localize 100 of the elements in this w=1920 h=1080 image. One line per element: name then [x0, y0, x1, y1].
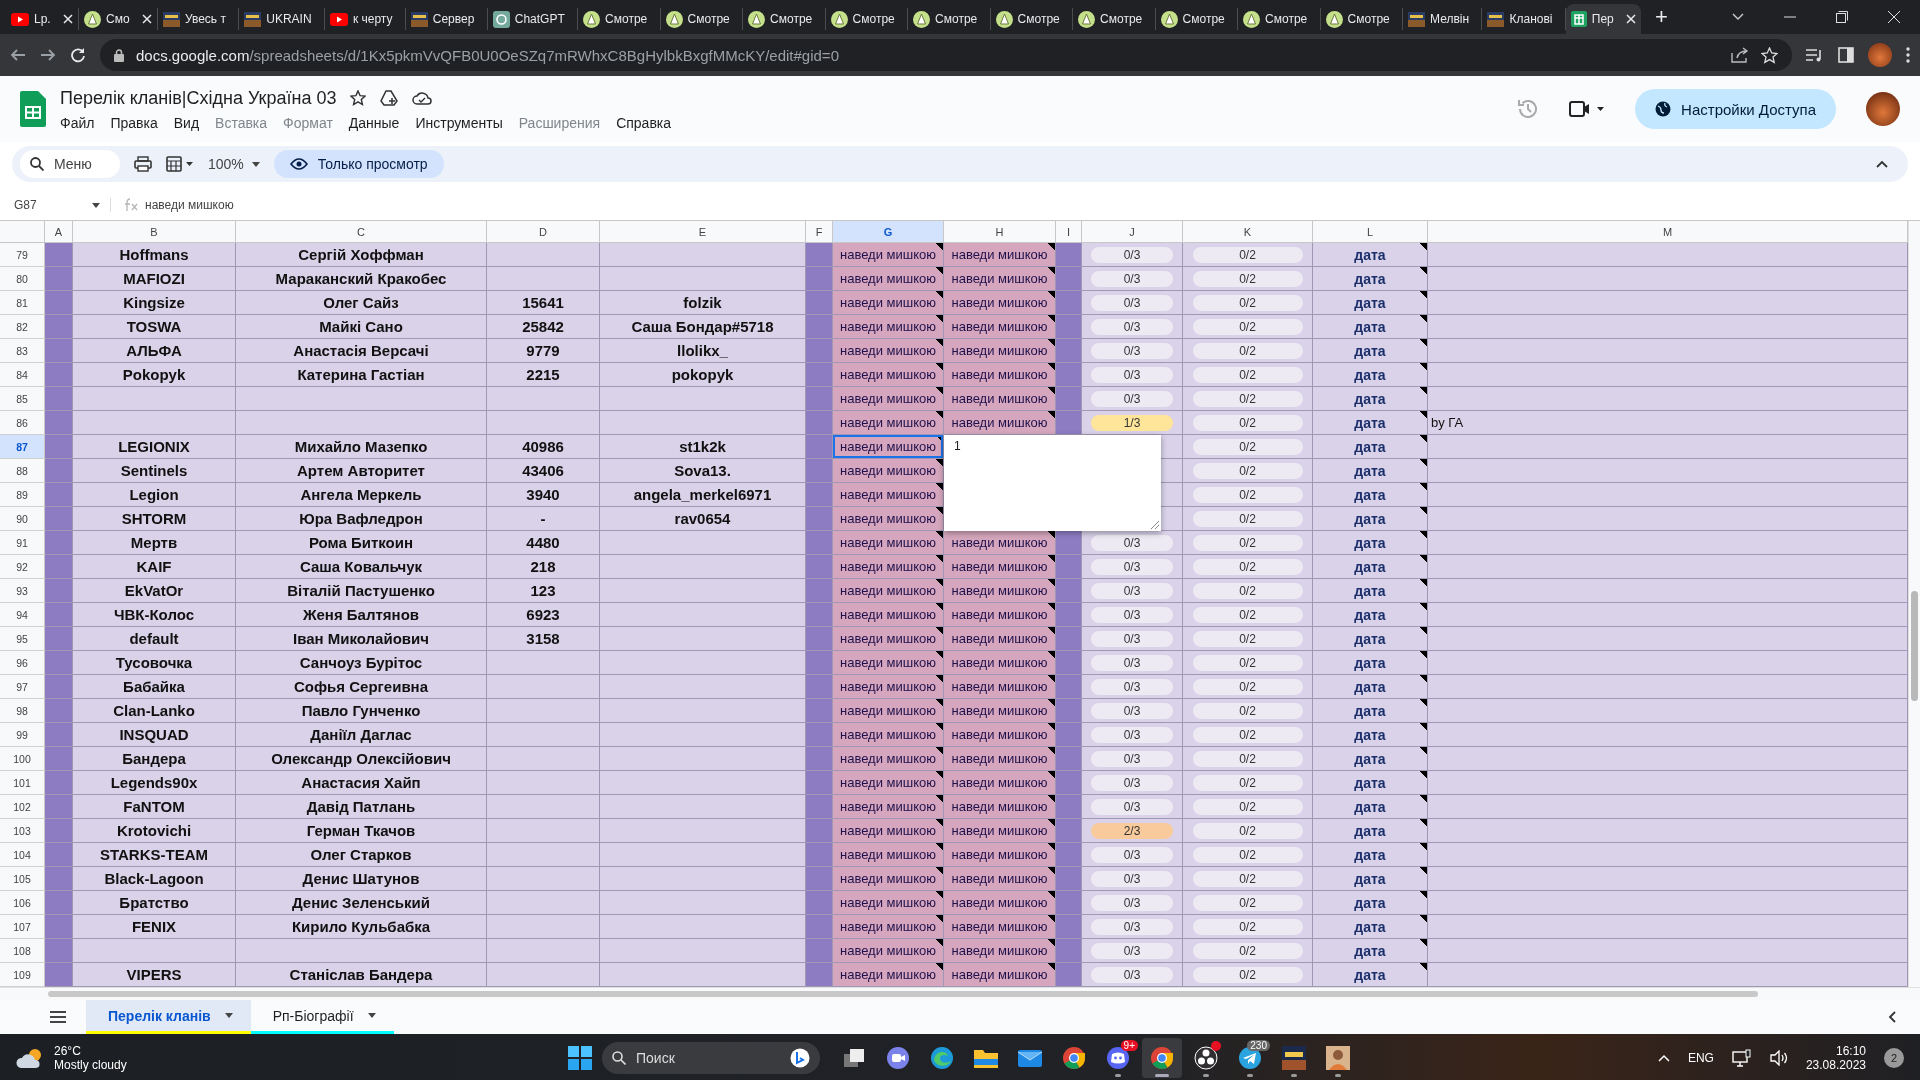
row-number[interactable]: 105	[0, 867, 45, 891]
column-header[interactable]: G	[833, 221, 944, 243]
row-number[interactable]: 106	[0, 891, 45, 915]
status-chip[interactable]: 0/2	[1192, 654, 1303, 671]
row-number[interactable]: 87	[0, 435, 45, 459]
menu-search-field[interactable]: Меню	[20, 150, 120, 178]
status-chip[interactable]: 0/2	[1192, 726, 1303, 743]
browser-tab[interactable]: Смотре	[578, 8, 661, 30]
row-number[interactable]: 84	[0, 363, 45, 387]
row-number[interactable]: 107	[0, 915, 45, 939]
status-chip[interactable]: 0/3	[1091, 558, 1173, 575]
status-chip[interactable]: 0/2	[1192, 678, 1303, 695]
row-number[interactable]: 95	[0, 627, 45, 651]
browser-tab[interactable]: Смотре	[1320, 8, 1404, 30]
status-chip[interactable]: 0/2	[1192, 606, 1303, 623]
row-number[interactable]: 80	[0, 267, 45, 291]
status-chip[interactable]: 0/3	[1091, 942, 1173, 959]
browser-tab[interactable]: Смотре	[660, 8, 744, 30]
row-number[interactable]: 83	[0, 339, 45, 363]
row-number[interactable]: 88	[0, 459, 45, 483]
note-popup[interactable]: 1	[944, 435, 1161, 531]
row-number[interactable]: 100	[0, 747, 45, 771]
status-chip[interactable]: 0/3	[1091, 774, 1173, 791]
status-chip[interactable]: 0/2	[1192, 414, 1303, 431]
status-chip[interactable]: 0/2	[1192, 318, 1303, 335]
menu-item[interactable]: Данные	[348, 114, 400, 131]
browser-tab[interactable]: Кланові	[1482, 8, 1566, 30]
address-bar[interactable]: docs.google.com/spreadsheets/d/1Kx5pkmVvQFB0U0OeSZq7mRWhxC8BgHylbkBxgfMMcKY/edit#gid=0	[100, 39, 1792, 71]
status-chip[interactable]: 0/2	[1192, 390, 1303, 407]
row-number[interactable]: 85	[0, 387, 45, 411]
row-number[interactable]: 94	[0, 603, 45, 627]
temperature-text[interactable]: 26°C	[54, 1044, 127, 1058]
status-chip[interactable]: 0/2	[1192, 702, 1303, 719]
status-chip[interactable]: 0/3	[1091, 870, 1173, 887]
clock-time[interactable]: 16:10	[1835, 1044, 1866, 1058]
row-number[interactable]: 93	[0, 579, 45, 603]
sheet-tab[interactable]: Перелік кланів	[86, 1000, 251, 1034]
status-chip[interactable]: 0/2	[1192, 774, 1303, 791]
row-number[interactable]: 86	[0, 411, 45, 435]
status-chip[interactable]: 0/2	[1192, 246, 1303, 263]
status-chip[interactable]: 0/2	[1192, 582, 1303, 599]
formula-text[interactable]: наведи мишкою	[145, 198, 234, 212]
status-chip[interactable]: 0/2	[1192, 342, 1303, 359]
status-chip[interactable]: 0/2	[1192, 798, 1303, 815]
status-chip[interactable]: 0/3	[1091, 534, 1173, 551]
menu-item[interactable]: Справка	[616, 114, 672, 131]
status-chip[interactable]: 0/2	[1192, 366, 1303, 383]
status-chip[interactable]: 0/2	[1192, 846, 1303, 863]
status-chip[interactable]: 0/3	[1091, 894, 1173, 911]
browser-tab[interactable]: Смотре	[908, 8, 991, 30]
new-tab-button[interactable]: +	[1641, 4, 1682, 30]
status-chip[interactable]: 0/2	[1192, 510, 1303, 527]
browser-tab[interactable]: Смотре	[1238, 8, 1321, 30]
row-number[interactable]: 103	[0, 819, 45, 843]
row-number[interactable]: 89	[0, 483, 45, 507]
status-chip[interactable]: 0/2	[1192, 294, 1303, 311]
row-number[interactable]: 101	[0, 771, 45, 795]
language-indicator[interactable]: ENG	[1687, 1051, 1714, 1065]
status-chip[interactable]: 0/3	[1091, 582, 1173, 599]
row-number[interactable]: 82	[0, 315, 45, 339]
browser-tab[interactable]: ChatGPT	[487, 8, 579, 30]
view-only-button[interactable]: Только просмотр	[273, 150, 444, 178]
menu-item[interactable]: Файл	[60, 114, 95, 131]
cell-reference[interactable]: G87	[14, 198, 37, 212]
status-chip[interactable]: 0/2	[1192, 462, 1303, 479]
status-chip[interactable]: 0/3	[1091, 678, 1173, 695]
menu-item[interactable]: Правка	[110, 114, 158, 131]
row-number[interactable]: 79	[0, 243, 45, 267]
status-chip[interactable]: 0/3	[1091, 294, 1173, 311]
status-chip[interactable]: 0/2	[1192, 894, 1303, 911]
browser-tab[interactable]: Смотре	[743, 8, 826, 30]
status-chip[interactable]: 0/2	[1192, 918, 1303, 935]
status-chip[interactable]: 1/3	[1091, 414, 1173, 431]
status-chip[interactable]: 0/3	[1091, 630, 1173, 647]
browser-tab[interactable]: Смо	[79, 8, 158, 30]
status-chip[interactable]: 2/3	[1091, 822, 1173, 839]
browser-tab[interactable]: Сервер	[405, 8, 488, 30]
browser-tab[interactable]: Пер	[1565, 4, 1642, 34]
browser-tab[interactable]: Мелвін	[1403, 8, 1483, 30]
row-number[interactable]: 92	[0, 555, 45, 579]
status-chip[interactable]: 0/3	[1091, 750, 1173, 767]
status-chip[interactable]: 0/3	[1091, 366, 1173, 383]
row-number[interactable]: 81	[0, 291, 45, 315]
status-chip[interactable]: 0/2	[1192, 630, 1303, 647]
row-number[interactable]: 90	[0, 507, 45, 531]
status-chip[interactable]: 0/3	[1091, 318, 1173, 335]
status-chip[interactable]: 0/3	[1091, 798, 1173, 815]
share-button[interactable]: Настройки Доступа	[1635, 89, 1836, 129]
status-chip[interactable]: 0/3	[1091, 390, 1173, 407]
status-chip[interactable]: 0/2	[1192, 966, 1303, 983]
browser-tab[interactable]: Смотре	[1073, 8, 1156, 30]
status-chip[interactable]: 0/3	[1091, 342, 1173, 359]
browser-tab[interactable]: Lp.	[6, 8, 79, 30]
clock-date[interactable]: 23.08.2023	[1805, 1058, 1866, 1072]
browser-tab[interactable]: Увесь т	[157, 8, 240, 30]
status-chip[interactable]: 0/3	[1091, 606, 1173, 623]
status-chip[interactable]: 0/2	[1192, 822, 1303, 839]
document-title[interactable]: Перелік кланів|Східна Україна 03	[60, 87, 337, 109]
menu-item[interactable]: Вид	[173, 114, 200, 131]
row-number[interactable]: 98	[0, 699, 45, 723]
